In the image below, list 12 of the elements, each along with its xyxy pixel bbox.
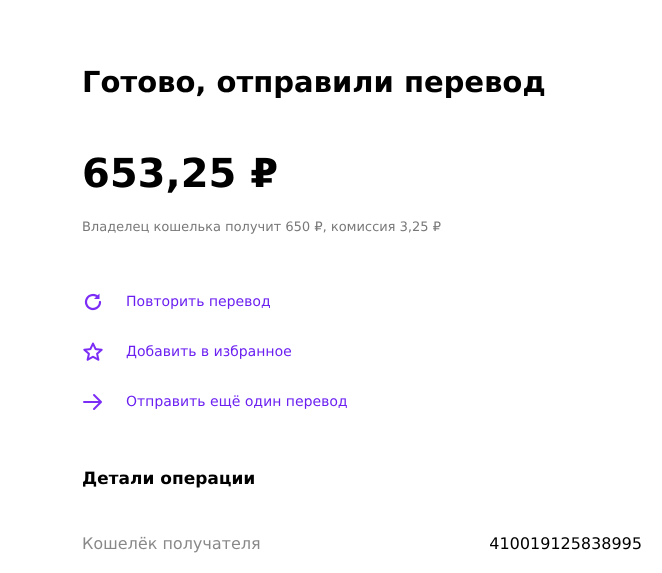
- amount: 653,25 ₽: [82, 150, 280, 199]
- arrow-right-icon: [82, 391, 104, 413]
- refresh-icon: [82, 291, 104, 313]
- action-link[interactable]: Отправить ещё один перевод: [82, 388, 348, 416]
- detail-label: Кошелёк получателя: [82, 533, 261, 555]
- detail-value: 410019125838995: [489, 533, 642, 555]
- action-link[interactable]: Добавить в избранное: [82, 338, 292, 366]
- summary-text: Владелец кошелька получит 650 ₽, комиссия 3,25 ₽: [82, 219, 442, 237]
- page-title: Готово, отправили перевод: [82, 64, 547, 101]
- star-icon: [82, 341, 104, 363]
- action-link[interactable]: Повторить перевод: [82, 288, 271, 316]
- section-heading: Детали операции: [82, 468, 256, 491]
